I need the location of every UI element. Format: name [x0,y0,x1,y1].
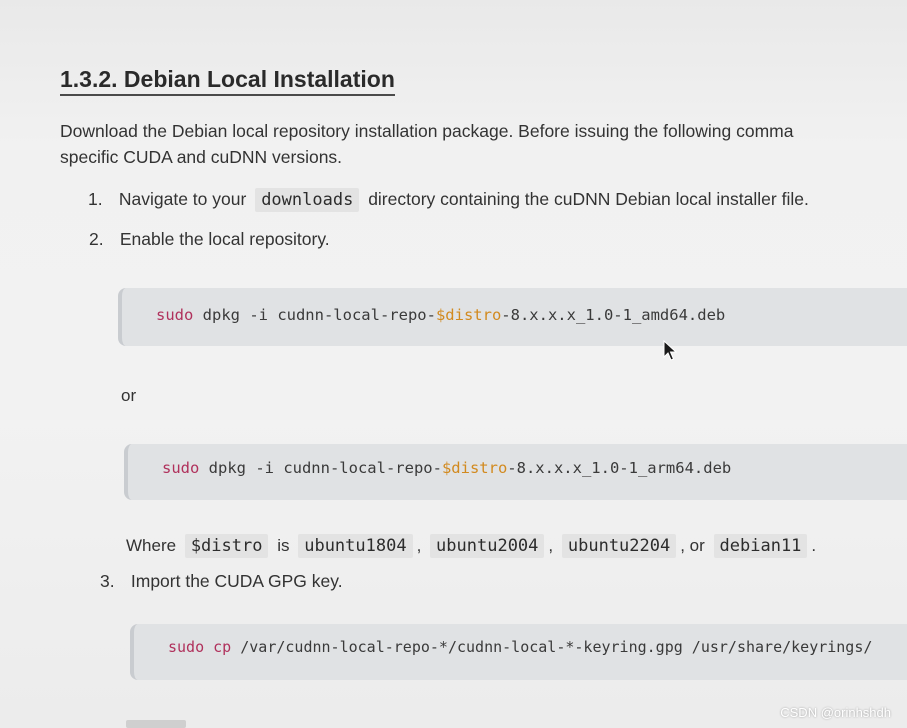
intro-line-2: specific CUDA and cuDNN versions. [60,147,343,167]
next-step-partial [126,720,186,728]
code-block-amd64[interactable]: sudo dpkg -i cudnn-local-repo-$distro-8.… [118,288,907,346]
step-1: 1. Navigate to your downloads directory … [88,188,809,212]
code-2-suffix: -8.x.x.x_1.0-1_arm64.deb [507,459,732,477]
code-2-command: sudo [162,459,200,477]
step-3: 3. Import the CUDA GPG key. [100,571,343,592]
mouse-pointer-icon [663,340,677,361]
code-1-command: sudo [156,306,194,324]
downloads-inline-code: downloads [255,188,360,212]
section-heading: 1.3.2. Debian Local Installation [60,66,395,96]
step-1-text-before: Navigate to your [118,189,247,209]
intro-line-1: Download the Debian local repository ins… [60,121,794,141]
step-3-number: 3. [100,571,115,591]
code-block-arm64[interactable]: sudo dpkg -i cudnn-local-repo-$distro-8.… [124,444,907,500]
where-or: , or [680,536,705,555]
distro-variable-code: $distro [184,534,269,558]
code-1-prefix: dpkg -i cudnn-local-repo- [193,306,436,324]
where-is: is [277,536,290,555]
step-2: 2. Enable the local repository. [89,229,330,250]
code-3-path: /var/cudnn-local-repo-*/cudnn-local-*-ke… [231,638,873,656]
documentation-page: 1.3.2. Debian Local Installation Downloa… [0,0,907,728]
distro-option-ubuntu2204: ubuntu2204 [561,534,677,558]
watermark: CSDN @orinhshdh [780,705,891,720]
where-comma-2: , [548,536,554,555]
where-period: . [811,536,817,555]
step-2-text: Enable the local repository. [119,229,330,249]
step-2-number: 2. [89,229,104,249]
step-3-text: Import the CUDA GPG key. [130,571,343,591]
code-block-keyring[interactable]: sudo cp /var/cudnn-local-repo-*/cudnn-lo… [130,624,907,680]
code-1-variable: $distro [435,306,502,324]
code-1-suffix: -8.x.x.x_1.0-1_amd64.deb [501,306,726,324]
step-1-number: 1. [88,189,103,209]
where-label: Where [126,536,177,555]
distro-option-ubuntu2004: ubuntu2004 [430,534,545,558]
distro-option-ubuntu1804: ubuntu1804 [298,534,413,558]
code-2-variable: $distro [441,459,508,477]
distro-option-debian11: debian11 [713,534,808,558]
distro-explanation: Where $distro is ubuntu1804, ubuntu2004,… [126,534,816,558]
step-1-text-after: directory containing the cuDNN Debian lo… [368,189,809,209]
code-2-prefix: dpkg -i cudnn-local-repo- [199,459,442,477]
or-separator: or [121,386,137,405]
where-comma-1: , [416,536,422,555]
intro-paragraph: Download the Debian local repository ins… [60,118,907,170]
code-3-command: sudo cp [168,638,232,656]
